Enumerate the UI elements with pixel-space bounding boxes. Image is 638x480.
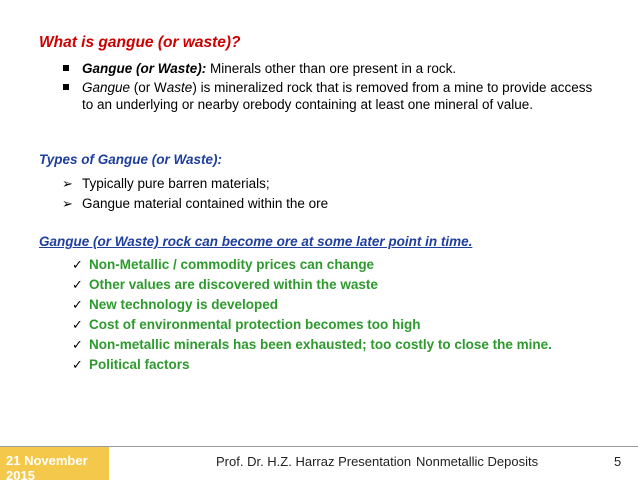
definition-item: Gangue (or Waste): Minerals other than o… — [62, 60, 602, 77]
definition-text-italic: aste — [166, 80, 193, 95]
list-item: ✓ New technology is developed — [72, 295, 552, 315]
checkmark-icon: ✓ — [72, 317, 83, 332]
checkmark-icon: ✓ — [72, 337, 83, 352]
types-heading: Types of Gangue (or Waste): — [39, 152, 223, 167]
reason-text: Other values are discovered within the w… — [89, 277, 378, 292]
arrow-bullet-icon: ➢ — [62, 196, 73, 211]
type-text: Typically pure barren materials; — [82, 176, 270, 191]
reason-text: Non-metallic minerals has been exhausted… — [89, 337, 552, 352]
checkmark-icon: ✓ — [72, 297, 83, 312]
definition-item: Gangue (or Waste) is mineralized rock th… — [62, 79, 602, 113]
list-item: ✓ Non-Metallic / commodity prices can ch… — [72, 255, 552, 275]
reason-heading: Gangue (or Waste) rock can become ore at… — [39, 234, 473, 249]
checkmark-icon: ✓ — [72, 357, 83, 372]
list-item: ✓ Other values are discovered within the… — [72, 275, 552, 295]
slide: What is gangue (or waste)? Gangue (or Wa… — [0, 0, 638, 480]
definition-term: Gangue (or Waste): — [82, 61, 207, 76]
list-item: ➢ Typically pure barren materials; — [62, 174, 328, 194]
square-bullet-icon — [63, 84, 69, 90]
arrow-bullet-icon: ➢ — [62, 176, 73, 191]
footer-date: 21 November 2015 — [0, 447, 109, 480]
definition-list: Gangue (or Waste): Minerals other than o… — [62, 60, 602, 115]
definition-text: Minerals other than ore present in a roc… — [206, 61, 457, 76]
list-item: ✓ Non-metallic minerals has been exhaust… — [72, 335, 552, 355]
footer-author: Prof. Dr. H.Z. Harraz Presentation — [216, 454, 412, 469]
list-item: ➢ Gangue material contained within the o… — [62, 194, 328, 214]
list-item: ✓ Political factors — [72, 355, 552, 375]
definition-term: Gangue — [82, 80, 131, 95]
page-number: 5 — [614, 454, 622, 469]
square-bullet-icon — [63, 65, 69, 71]
checkmark-icon: ✓ — [72, 257, 83, 272]
type-text: Gangue material contained within the ore — [82, 196, 329, 211]
definition-text: (or W — [130, 80, 167, 95]
footer-topic: Nonmetallic Deposits — [416, 454, 539, 469]
reason-text: Non-Metallic / commodity prices can chan… — [89, 257, 375, 272]
reason-text: New technology is developed — [89, 297, 279, 312]
reason-text: Cost of environmental protection becomes… — [89, 317, 421, 332]
slide-footer: 21 November 2015 Prof. Dr. H.Z. Harraz P… — [0, 446, 638, 480]
slide-title: What is gangue (or waste)? — [39, 34, 241, 51]
types-list: ➢ Typically pure barren materials; ➢ Gan… — [62, 174, 328, 214]
reason-text: Political factors — [89, 357, 190, 372]
checkmark-icon: ✓ — [72, 277, 83, 292]
reason-list: ✓ Non-Metallic / commodity prices can ch… — [72, 255, 552, 375]
list-item: ✓ Cost of environmental protection becom… — [72, 315, 552, 335]
